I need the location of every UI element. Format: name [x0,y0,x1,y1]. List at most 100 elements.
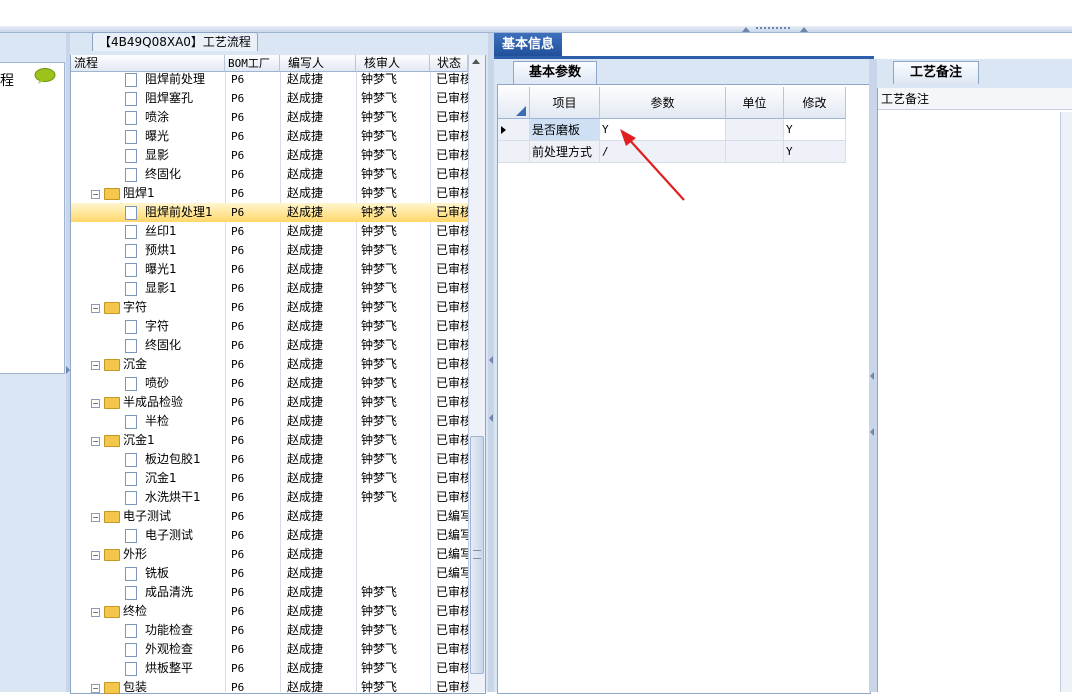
tree-folder-row[interactable]: − 包装 P6 赵成捷 钟梦飞 已审核 [71,678,468,697]
tree-row[interactable]: 显影 P6 赵成捷 钟梦飞 已审核 [71,146,468,165]
top-blank-area [0,0,1072,26]
column-header-item[interactable]: 项目 [530,87,600,119]
tree-item-label: 沉金1 [123,433,155,447]
reviewer-cell: 钟梦飞 [361,281,398,295]
reviewer-cell: 钟梦飞 [361,91,398,105]
process-notes-area[interactable] [877,88,1072,692]
author-cell: 赵成捷 [287,72,324,86]
tree-folder-row[interactable]: − 沉金1 P6 赵成捷 钟梦飞 已审核 [71,431,468,450]
expand-toggle-icon[interactable]: − [91,551,100,560]
column-header-unit[interactable]: 单位 [726,87,784,119]
bom-factory-cell: P6 [231,453,245,466]
tree-row[interactable]: 喷砂 P6 赵成捷 钟梦飞 已审核 [71,374,468,393]
tree-item-label: 电子测试 [145,528,194,542]
tree-folder-row[interactable]: − 外形 P6 赵成捷 已编写 [71,545,468,564]
tree-row[interactable]: 成品清洗 P6 赵成捷 钟梦飞 已审核 [71,583,468,602]
expand-toggle-icon[interactable]: − [91,190,100,199]
tree-row[interactable]: 曝光 P6 赵成捷 钟梦飞 已审核 [71,127,468,146]
document-icon [125,225,137,239]
reviewer-cell: 钟梦飞 [361,376,398,390]
tree-item-label: 终固化 [145,338,182,352]
tree-folder-row[interactable]: − 半成品检验 P6 赵成捷 钟梦飞 已审核 [71,393,468,412]
tree-row[interactable]: 阻焊前处理1 P6 赵成捷 钟梦飞 已审核 [71,203,468,222]
document-icon [125,624,137,638]
tree-row[interactable]: 板边包胶1 P6 赵成捷 钟梦飞 已审核 [71,450,468,469]
bom-factory-cell: P6 [231,567,245,580]
tree-folder-row[interactable]: − 阻焊1 P6 赵成捷 钟梦飞 已审核 [71,184,468,203]
param-item-cell[interactable]: 前处理方式 [530,141,600,163]
tree-row[interactable]: 终固化 P6 赵成捷 钟梦飞 已审核 [71,336,468,355]
row-indicator[interactable] [498,119,530,141]
scrollbar-grip-icon [473,550,481,559]
param-item-cell[interactable]: 是否磨板 [530,119,600,141]
collapse-up-icon[interactable] [742,27,750,32]
tree-row[interactable]: 水洗烘干1 P6 赵成捷 钟梦飞 已审核 [71,488,468,507]
tree-row[interactable]: 阻焊前处理 P6 赵成捷 钟梦飞 已审核 [71,70,468,89]
tab-process-notes[interactable]: 工艺备注 [893,61,979,84]
column-header-param[interactable]: 参数 [600,87,726,119]
expand-toggle-icon[interactable]: − [91,304,100,313]
speech-bubble-icon[interactable] [34,68,56,84]
expand-left-icon[interactable] [66,366,70,374]
tree-folder-row[interactable]: − 电子测试 P6 赵成捷 已编写 [71,507,468,526]
tree-folder-row[interactable]: − 字符 P6 赵成捷 钟梦飞 已审核 [71,298,468,317]
bom-factory-cell: P6 [231,548,245,561]
author-cell: 赵成捷 [287,642,324,656]
expand-toggle-icon[interactable]: − [91,361,100,370]
reviewer-cell [361,545,431,564]
tree-item-label: 字符 [123,300,148,314]
tab-basic-params[interactable]: 基本参数 [513,61,597,84]
collapse-left-icon-2[interactable] [870,428,874,436]
tree-row[interactable]: 电子测试 P6 赵成捷 已编写 [71,526,468,545]
collapse-center-icon-2[interactable] [489,414,493,422]
tree-row[interactable]: 烘板整平 P6 赵成捷 钟梦飞 已审核 [71,659,468,678]
collapse-center-icon[interactable] [489,356,493,364]
document-icon [125,320,137,334]
param-unit-cell[interactable] [726,119,784,141]
bom-factory-cell: P6 [231,415,245,428]
document-icon [125,529,137,543]
reviewer-cell: 钟梦飞 [361,186,398,200]
document-icon [125,92,137,106]
tree-row[interactable]: 预烘1 P6 赵成捷 钟梦飞 已审核 [71,241,468,260]
tree-folder-row[interactable]: − 沉金 P6 赵成捷 钟梦飞 已审核 [71,355,468,374]
tree-folder-row[interactable]: − 终检 P6 赵成捷 钟梦飞 已审核 [71,602,468,621]
scroll-up-icon[interactable] [472,59,480,64]
author-cell: 赵成捷 [287,110,324,124]
reviewer-cell: 钟梦飞 [361,661,398,675]
column-header-modify[interactable]: 修改 [784,87,846,119]
status-cell: 已审核 [436,623,468,637]
tree-row[interactable]: 沉金1 P6 赵成捷 钟梦飞 已审核 [71,469,468,488]
expand-toggle-icon[interactable]: − [91,399,100,408]
splitter-grip[interactable] [756,27,790,32]
tree-row[interactable]: 显影1 P6 赵成捷 钟梦飞 已审核 [71,279,468,298]
param-modify-cell[interactable]: Y [784,119,846,141]
tree-row[interactable]: 阻焊塞孔 P6 赵成捷 钟梦飞 已审核 [71,89,468,108]
notes-vertical-scrollbar[interactable] [1060,112,1072,692]
tree-row[interactable]: 喷涂 P6 赵成捷 钟梦飞 已审核 [71,108,468,127]
param-modify-cell[interactable]: Y [784,141,846,163]
expand-toggle-icon[interactable]: − [91,513,100,522]
tree-row[interactable]: 丝印1 P6 赵成捷 钟梦飞 已审核 [71,222,468,241]
expand-toggle-icon[interactable]: − [91,437,100,446]
bom-factory-cell: P6 [231,605,245,618]
bom-factory-cell: P6 [231,643,245,656]
tree-row[interactable]: 功能检查 P6 赵成捷 钟梦飞 已审核 [71,621,468,640]
row-indicator[interactable] [498,141,530,163]
tree-item-label: 沉金 [123,357,148,371]
status-cell: 已审核 [436,338,468,352]
tree-row[interactable]: 字符 P6 赵成捷 钟梦飞 已审核 [71,317,468,336]
collapse-left-icon[interactable] [870,372,874,380]
tree-row[interactable]: 铣板 P6 赵成捷 已编写 [71,564,468,583]
tab-basic-info[interactable]: 基本信息 [494,33,562,57]
document-icon [125,168,137,182]
reviewer-cell: 钟梦飞 [361,604,398,618]
param-unit-cell[interactable] [726,141,784,163]
tree-row[interactable]: 外观检查 P6 赵成捷 钟梦飞 已审核 [71,640,468,659]
tree-row[interactable]: 半检 P6 赵成捷 钟梦飞 已审核 [71,412,468,431]
tree-row[interactable]: 曝光1 P6 赵成捷 钟梦飞 已审核 [71,260,468,279]
collapse-up-icon-2[interactable] [800,27,808,32]
author-cell: 赵成捷 [287,376,324,390]
expand-toggle-icon[interactable]: − [91,608,100,617]
tree-row[interactable]: 终固化 P6 赵成捷 钟梦飞 已审核 [71,165,468,184]
